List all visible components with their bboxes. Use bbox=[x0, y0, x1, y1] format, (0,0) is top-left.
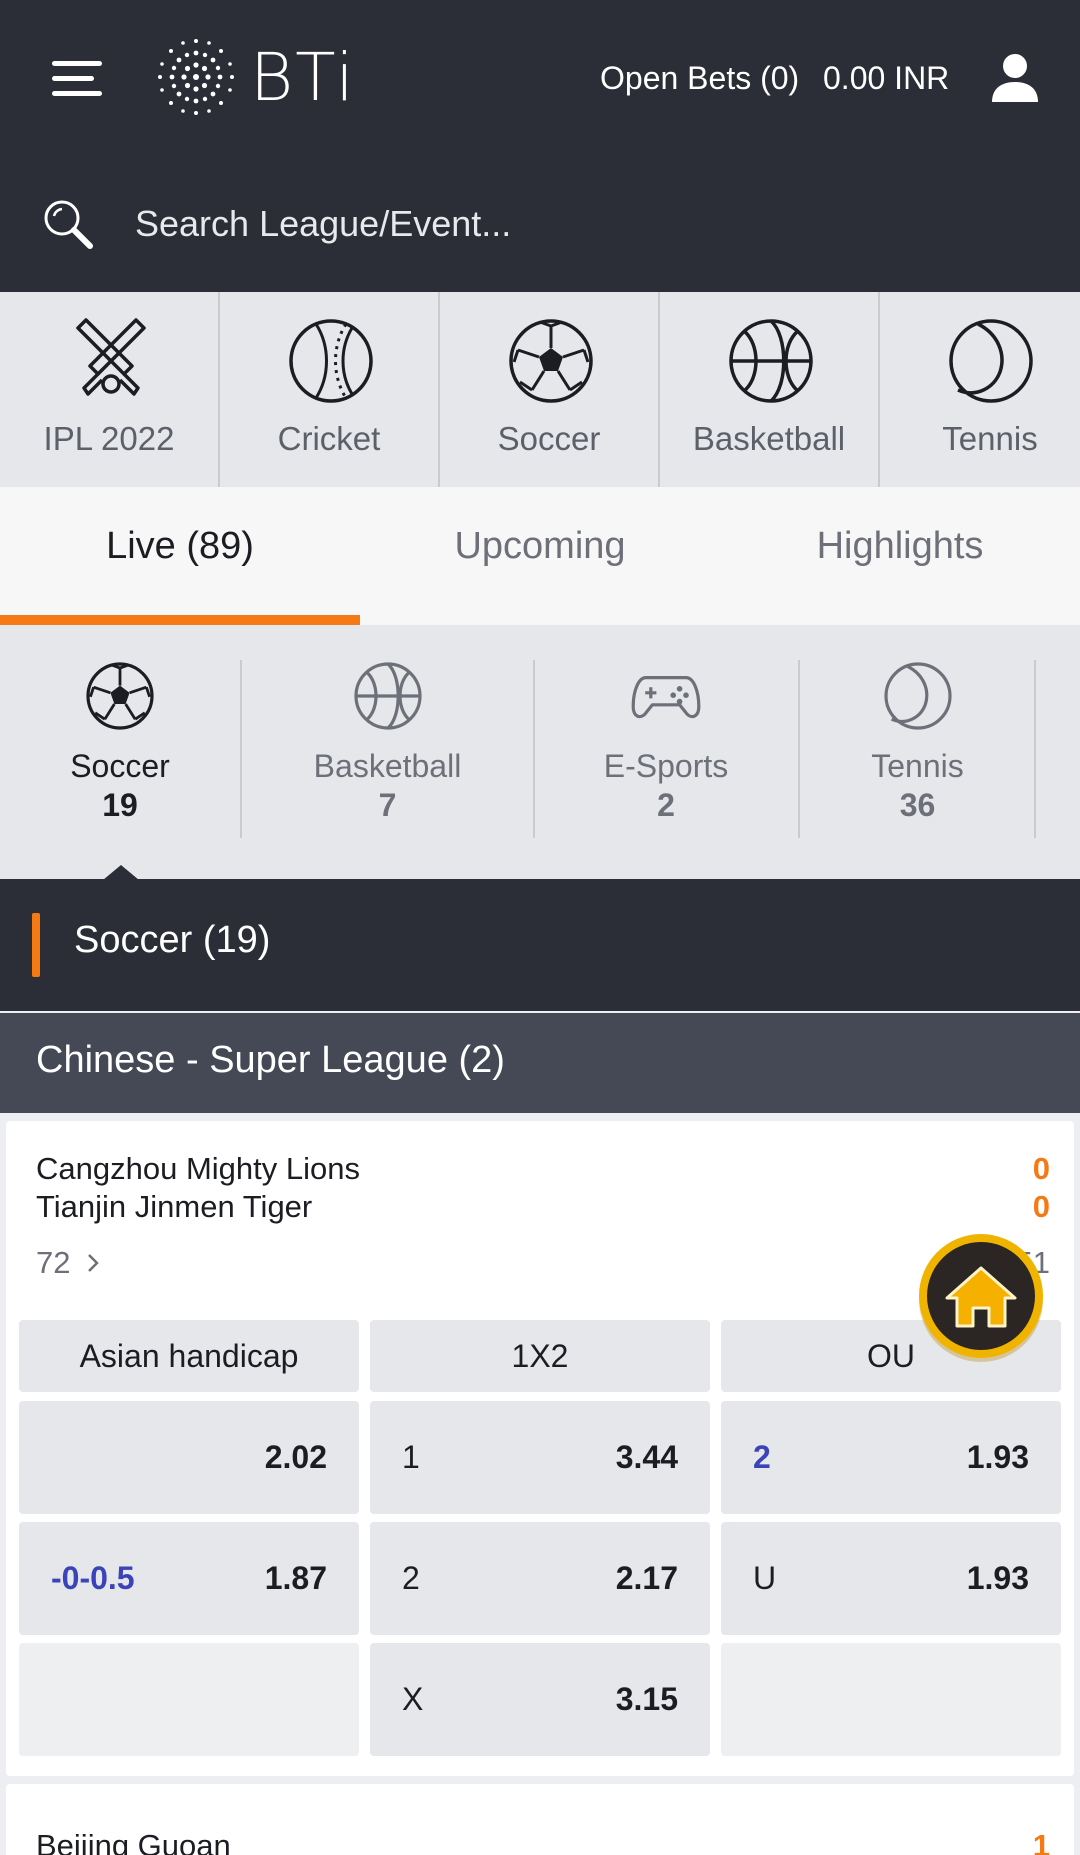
app-header: BTi Open Bets (0) 0.00 INR bbox=[0, 0, 1080, 292]
odds-empty-cell bbox=[19, 1643, 359, 1756]
soccer-ball-icon bbox=[86, 662, 154, 730]
cricket-bats-icon bbox=[76, 318, 146, 396]
gamepad-icon bbox=[631, 676, 701, 719]
odds-outcome: 2 bbox=[402, 1560, 420, 1596]
divider bbox=[240, 660, 242, 838]
league-title: Chinese - Super League (2) bbox=[36, 1039, 505, 1081]
section-title: Soccer (19) bbox=[74, 919, 271, 961]
odds-button[interactable]: U 1.93 bbox=[721, 1522, 1061, 1635]
live-sport-tennis[interactable]: Tennis 36 bbox=[845, 660, 990, 835]
menu-icon[interactable] bbox=[48, 55, 108, 101]
chevron-right-icon bbox=[88, 1254, 99, 1272]
live-sport-label: Soccer bbox=[70, 748, 170, 784]
open-bets-link[interactable]: Open Bets (0) bbox=[600, 54, 799, 102]
sports-nav-item-tennis[interactable]: Tennis bbox=[880, 292, 1080, 487]
sports-nav-item-ipl-2022[interactable]: IPL 2022 bbox=[0, 292, 220, 487]
sports-nav-item-soccer[interactable]: Soccer bbox=[440, 292, 660, 487]
away-team[interactable]: Tianjin Jinmen Tiger bbox=[36, 1189, 312, 1225]
home-score: 0 bbox=[1032, 1151, 1050, 1186]
sport-section-header[interactable]: Soccer (19) bbox=[0, 879, 1080, 1011]
tab-label: Highlights bbox=[816, 525, 984, 567]
home-team[interactable]: Beijing Guoan bbox=[36, 1828, 231, 1855]
live-sport-soccer[interactable]: Soccer 19 bbox=[40, 660, 200, 835]
tab-upcoming[interactable]: Upcoming bbox=[360, 487, 720, 625]
odds-line: 2 bbox=[753, 1439, 771, 1475]
soccer-ball-icon bbox=[509, 319, 593, 403]
home-team[interactable]: Cangzhou Mighty Lions bbox=[36, 1151, 360, 1187]
tennis-ball-icon bbox=[883, 662, 952, 730]
sports-nav-label: Cricket bbox=[277, 420, 381, 457]
user-icon[interactable] bbox=[990, 52, 1040, 104]
odds-value: 2.02 bbox=[264, 1439, 327, 1475]
divider bbox=[798, 660, 800, 838]
live-sport-count: 2 bbox=[657, 787, 675, 823]
match-card: Beijing Guoan 1 bbox=[6, 1784, 1074, 1855]
odds-outcome: 1 bbox=[402, 1439, 420, 1475]
odds-value: 1.93 bbox=[966, 1560, 1029, 1596]
odds-button[interactable]: 1 3.44 bbox=[370, 1401, 710, 1514]
odds-button[interactable]: 2.02 bbox=[19, 1401, 359, 1514]
sports-nav-label: IPL 2022 bbox=[43, 420, 175, 457]
live-sport-e-sports[interactable]: E-Sports 2 bbox=[580, 660, 752, 835]
odds-value: 3.44 bbox=[615, 1439, 678, 1475]
live-sport-count: 36 bbox=[899, 787, 936, 823]
live-sport-label: E-Sports bbox=[603, 748, 729, 784]
live-sport-basketball[interactable]: Basketball 7 bbox=[290, 660, 485, 835]
tennis-ball-icon bbox=[949, 319, 1033, 403]
odds-line: -0-0.5 bbox=[51, 1560, 135, 1596]
home-icon[interactable] bbox=[913, 1230, 1049, 1366]
basketball-icon bbox=[729, 319, 813, 403]
balance-display: 0.00 INR bbox=[823, 60, 950, 96]
sports-nav-item-basketball[interactable]: Basketball bbox=[660, 292, 880, 487]
tab-label: Live (89) bbox=[106, 525, 254, 567]
live-sport-label: Basketball bbox=[313, 748, 462, 784]
odds-value: 3.15 bbox=[615, 1681, 678, 1717]
match-card: Cangzhou Mighty Lions Tianjin Jinmen Tig… bbox=[6, 1121, 1074, 1776]
brand-name: BTi bbox=[250, 38, 356, 116]
search-icon bbox=[44, 200, 93, 249]
away-score: 0 bbox=[1032, 1189, 1050, 1224]
more-markets-link[interactable]: 72 bbox=[36, 1245, 101, 1281]
divider bbox=[1034, 660, 1036, 838]
sports-nav-label: Basketball bbox=[692, 420, 846, 457]
tab-highlights[interactable]: Highlights bbox=[720, 487, 1080, 625]
markets-count: 72 bbox=[36, 1245, 71, 1280]
odds-value: 1.87 bbox=[264, 1560, 327, 1596]
odds-button[interactable]: -0-0.5 1.87 bbox=[19, 1522, 359, 1635]
market-header-asian-handicap: Asian handicap bbox=[19, 1320, 359, 1392]
sports-nav: IPL 2022 Cricket Soccer Basketball Tenni… bbox=[0, 292, 1080, 487]
live-sport-filter: Soccer 19 Basketball 7 E-Sports 2 Tennis… bbox=[0, 625, 1080, 879]
odds-value: 2.17 bbox=[615, 1560, 678, 1596]
brand-logo[interactable]: BTi bbox=[150, 32, 390, 122]
cricket-ball-icon bbox=[289, 319, 373, 403]
logo-dots-icon bbox=[158, 39, 234, 115]
tab-label: Upcoming bbox=[454, 525, 626, 567]
league-header[interactable]: Chinese - Super League (2) bbox=[0, 1013, 1080, 1113]
search-input[interactable] bbox=[135, 198, 1015, 250]
odds-button[interactable]: 2 2.17 bbox=[370, 1522, 710, 1635]
live-sport-label: Tennis bbox=[871, 748, 964, 784]
odds-outcome: X bbox=[402, 1681, 424, 1717]
sports-nav-label: Soccer bbox=[497, 420, 601, 457]
live-sport-count: 19 bbox=[102, 787, 138, 823]
section-accent bbox=[32, 913, 40, 977]
event-tabs: Live (89) Upcoming Highlights bbox=[0, 487, 1080, 625]
odds-button[interactable]: 2 1.93 bbox=[721, 1401, 1061, 1514]
market-header-1x2: 1X2 bbox=[370, 1320, 710, 1392]
odds-value: 1.93 bbox=[966, 1439, 1029, 1475]
basketball-icon bbox=[353, 662, 422, 730]
active-sport-pointer bbox=[103, 865, 139, 880]
home-score: 1 bbox=[1032, 1828, 1050, 1855]
odds-empty-cell bbox=[721, 1643, 1061, 1756]
sports-nav-label: Tennis bbox=[942, 420, 1038, 457]
tab-live[interactable]: Live (89) bbox=[0, 487, 360, 625]
divider bbox=[533, 660, 535, 838]
live-sport-count: 7 bbox=[378, 787, 397, 823]
odds-outcome: U bbox=[753, 1560, 777, 1596]
odds-button[interactable]: X 3.15 bbox=[370, 1643, 710, 1756]
sports-nav-item-cricket[interactable]: Cricket bbox=[220, 292, 440, 487]
